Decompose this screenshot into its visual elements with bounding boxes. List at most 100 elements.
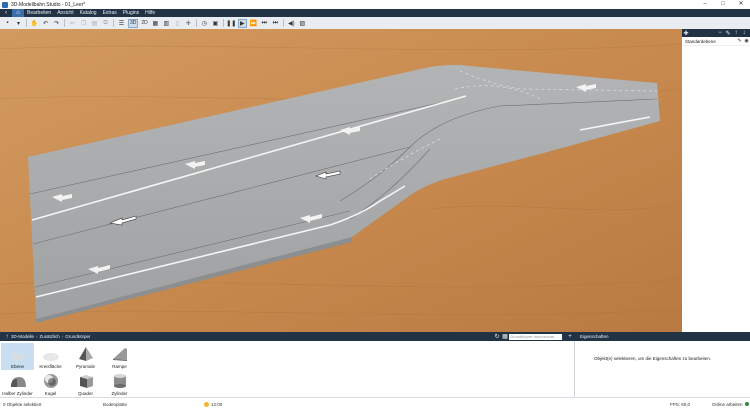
duplicate-icon[interactable]: ⧉: [101, 19, 110, 28]
menu-katalog[interactable]: Katalog: [77, 10, 100, 16]
window-title: 3D-Modellbahn Studio - 01_Leer*: [11, 1, 86, 8]
copy-icon[interactable]: ❐: [79, 19, 88, 28]
eye-icon[interactable]: ◉: [743, 38, 750, 44]
catalog-tools: ↻ ▦ Grundkörper durchsuche... +: [493, 333, 574, 340]
3d-viewport[interactable]: [0, 29, 682, 332]
edit-layer-icon[interactable]: ✎: [724, 30, 732, 37]
catalog-item-ebene[interactable]: Ebene: [1, 343, 34, 370]
faster-forward-icon[interactable]: ⏭: [260, 19, 269, 28]
layer-row[interactable]: Standardebene ✎ ◉: [682, 37, 750, 46]
menu-ansicht[interactable]: Ansicht: [54, 10, 76, 16]
catalog-item-label: Rampe: [112, 364, 127, 369]
time-display[interactable]: 12:00: [204, 401, 223, 407]
pin-icon[interactable]: ✎: [736, 38, 743, 44]
remove-layer-icon[interactable]: −: [716, 30, 724, 36]
breadcrumb-primitives[interactable]: Grundkörper: [65, 334, 90, 339]
time-value: 12:00: [211, 401, 223, 407]
table-icon[interactable]: ▥: [162, 19, 171, 28]
undo-icon[interactable]: ↶: [41, 19, 50, 28]
save-dropdown-icon[interactable]: ▾: [14, 19, 23, 28]
lock-icon[interactable]: ▯: [173, 19, 182, 28]
catalog-search-input[interactable]: Grundkörper durchsuche...: [509, 333, 562, 340]
redo-icon[interactable]: ↷: [52, 19, 61, 28]
sun-icon: [204, 401, 209, 407]
main-toolbar: ▪ ▾ ✋ ↶ ↷ ✂ ❐ ▤ ⧉ ☰ 3D 2D ▦ ▥ ▯ ✛ ◷ ▣ ❚❚…: [0, 17, 750, 29]
skip-end-icon[interactable]: ⏭: [271, 19, 280, 28]
properties-message: Objekt(e) selektieren, um die Eigenschaf…: [594, 356, 712, 361]
catalog-item-label: Quader: [77, 391, 93, 396]
pause-icon[interactable]: ❚❚: [226, 19, 236, 28]
catalog-grid: Ebene Kreisfläche Pyramide Rampe Halber …: [0, 341, 574, 397]
catalog-item-kugel[interactable]: Kugel: [34, 370, 67, 397]
minimize-button[interactable]: –: [696, 0, 714, 9]
add-icon[interactable]: +: [566, 334, 574, 340]
menu-hilfe[interactable]: Hilfe: [142, 10, 158, 16]
breadcrumb-additional[interactable]: Zusätzlich: [40, 334, 60, 339]
catalog-item-label: Halber Zylinder: [2, 391, 33, 396]
ramp-icon: [112, 348, 127, 361]
catalog-item-kreisflaeche[interactable]: Kreisfläche: [34, 343, 67, 370]
layers-toolbar: ✚ − ✎ ↑ ↓: [682, 29, 750, 37]
plane-icon: [9, 353, 26, 361]
catalog-item-quader[interactable]: Quader: [69, 370, 102, 397]
catalog-item-rampe[interactable]: Rampe: [103, 343, 136, 370]
properties-header: Eigenschaften: [574, 332, 750, 341]
up-arrow-icon[interactable]: ↑: [3, 334, 11, 340]
breadcrumb-separator-icon: ›: [61, 334, 64, 339]
toolbar-divider: [222, 19, 224, 27]
sound-icon[interactable]: ◀): [287, 19, 296, 28]
catalog-item-pyramide[interactable]: Pyramide: [69, 343, 102, 370]
list-icon[interactable]: ☰: [117, 19, 126, 28]
grid-view-icon[interactable]: ▦: [501, 333, 509, 340]
add-layer-icon[interactable]: ✚: [682, 30, 690, 37]
refresh-icon[interactable]: ↻: [493, 333, 501, 340]
screenshot-icon[interactable]: ▨: [298, 19, 307, 28]
half-cylinder-icon: [10, 377, 26, 387]
breadcrumb-3d-models[interactable]: 3D-Modelle: [11, 334, 34, 339]
catalog-item-label: Pyramide: [75, 364, 95, 369]
clock-icon[interactable]: ◷: [200, 19, 209, 28]
properties-title: Eigenschaften: [580, 334, 609, 339]
menu-bar: ‹ ⌂ Bearbeiten Ansicht Katalog Extras Pl…: [0, 9, 750, 17]
toolbar-divider: [282, 19, 284, 27]
catalog-item-halber-zylinder[interactable]: Halber Zylinder: [1, 370, 34, 397]
close-button[interactable]: ✕: [732, 0, 750, 9]
toolbar-divider: [26, 19, 27, 27]
play-icon[interactable]: ▶: [237, 18, 247, 28]
menu-bearbeiten[interactable]: Bearbeiten: [24, 10, 54, 16]
maximize-button[interactable]: □: [714, 0, 732, 9]
calendar-icon[interactable]: ▣: [211, 19, 220, 28]
catalog-header: ↑ 3D-Modelle › Zusätzlich › Grundkörper …: [0, 332, 574, 341]
paste-icon[interactable]: ▤: [90, 19, 99, 28]
grid-icon[interactable]: ▦: [151, 19, 160, 28]
breadcrumb-separator-icon: ›: [36, 334, 38, 339]
fps-display: FPS: 60,0: [670, 401, 691, 407]
online-label: Online arbeiten: [712, 401, 743, 407]
ground-plate-status[interactable]: Bodenplatte: [103, 402, 127, 407]
move-up-icon[interactable]: ↑: [732, 30, 740, 36]
home-icon[interactable]: ⌂: [12, 9, 24, 17]
pyramid-icon: [78, 347, 93, 361]
view-2d-button[interactable]: 2D: [140, 19, 148, 28]
title-bar: 3D-Modellbahn Studio - 01_Leer* – □ ✕: [0, 0, 750, 9]
back-icon[interactable]: ‹: [0, 9, 12, 17]
catalog-item-label: Zylinder: [111, 391, 128, 396]
window-controls: – □ ✕: [696, 0, 750, 9]
hand-tool-icon[interactable]: ✋: [30, 19, 39, 28]
online-status[interactable]: Online arbeiten: [712, 401, 749, 407]
fast-forward-icon[interactable]: ⏩: [249, 19, 258, 28]
move-down-icon[interactable]: ↓: [740, 30, 748, 36]
menu-extras[interactable]: Extras: [100, 10, 120, 16]
app-logo-icon: [2, 1, 8, 8]
catalog-item-zylinder[interactable]: Zylinder: [103, 370, 136, 397]
menu-plugins[interactable]: Plugins: [120, 10, 142, 16]
catalog-item-label: Ebene: [10, 364, 24, 369]
selection-status: 0 Objekte selektiert: [3, 401, 42, 407]
save-icon[interactable]: ▪: [3, 19, 12, 28]
view-3d-button[interactable]: 3D: [128, 18, 139, 28]
sphere-icon: [43, 374, 58, 388]
disc-icon: [42, 353, 59, 361]
online-dot-icon: [744, 401, 749, 406]
add-icon[interactable]: ✛: [184, 19, 193, 28]
cut-icon[interactable]: ✂: [68, 19, 77, 28]
